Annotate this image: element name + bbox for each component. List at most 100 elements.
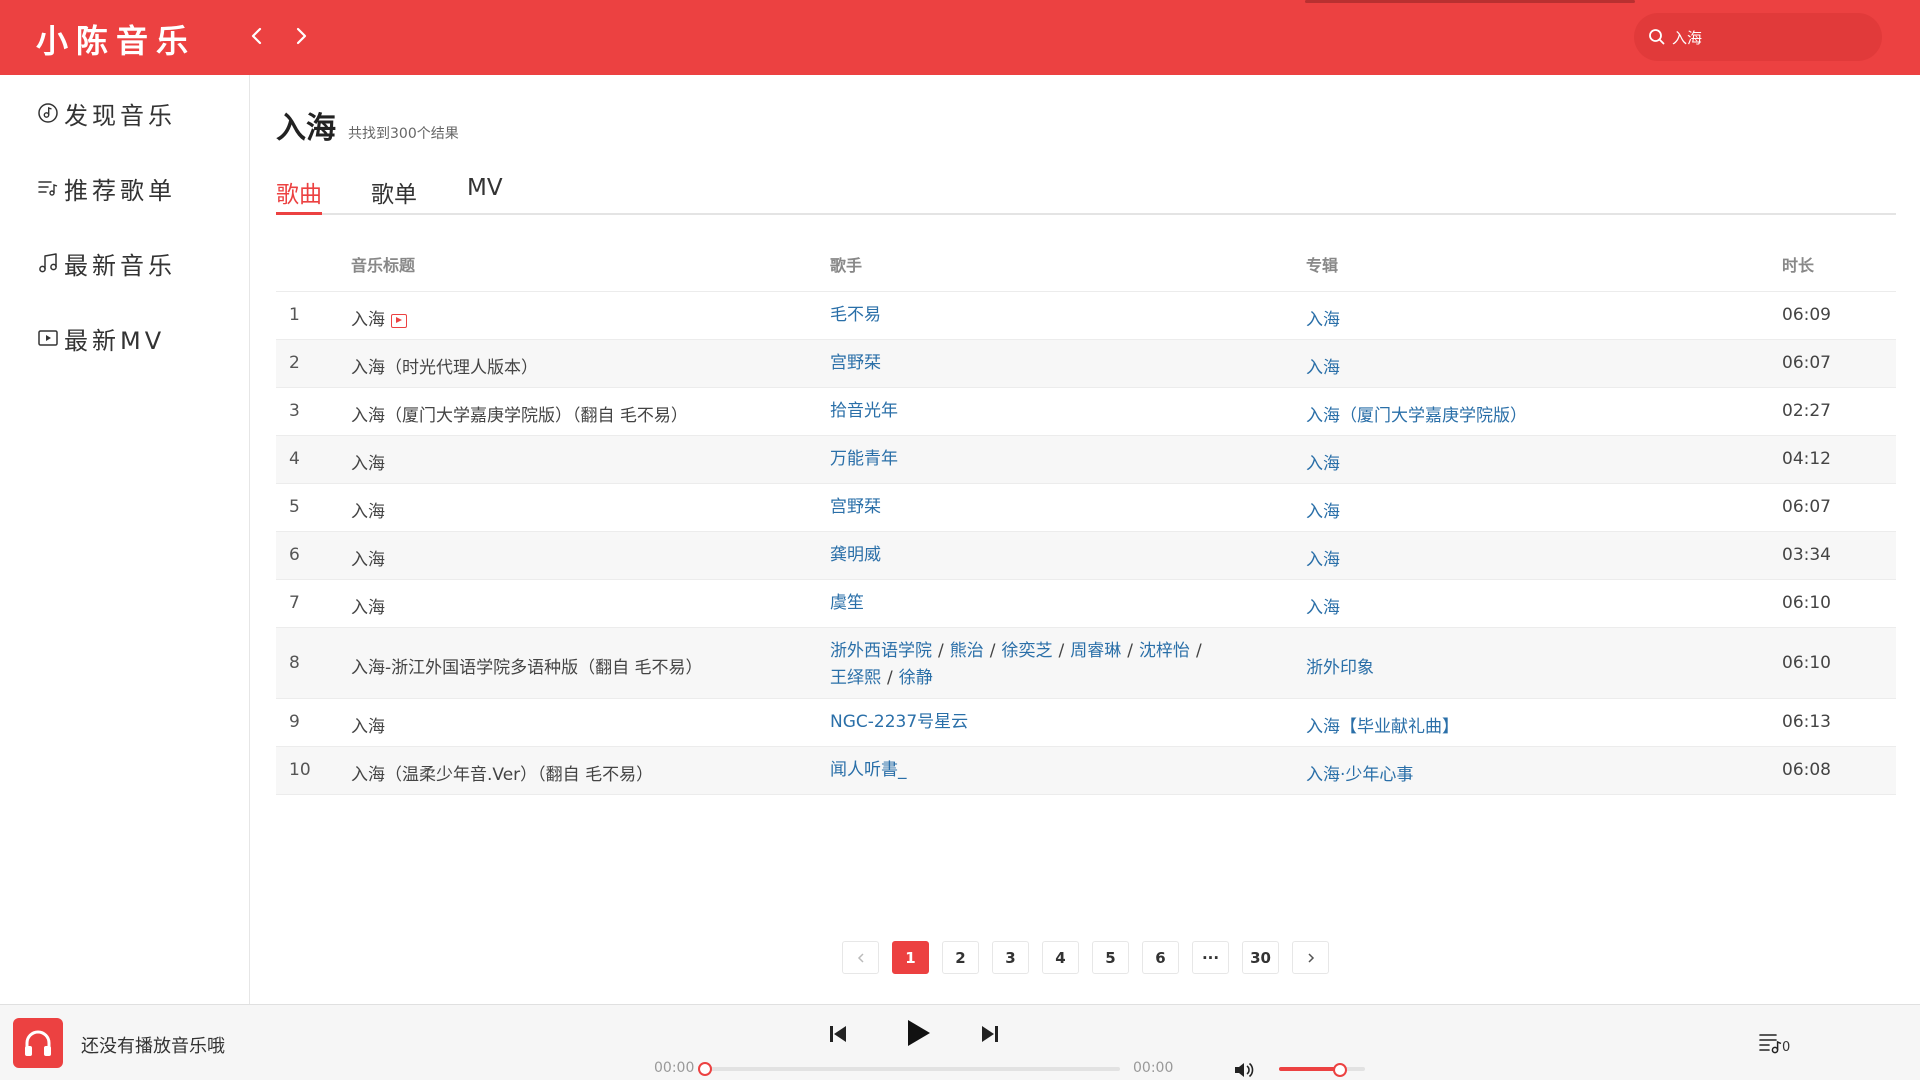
pagination: 1 2 3 4 5 6 ··· 30 bbox=[842, 941, 1342, 974]
artist-link[interactable]: 宫野栞 bbox=[830, 353, 881, 373]
search-input[interactable] bbox=[1672, 28, 1872, 46]
page-ellipsis[interactable]: ··· bbox=[1192, 941, 1229, 974]
album-link[interactable]: 入海（厦门大学嘉庚学院版） bbox=[1306, 401, 1527, 426]
page-button[interactable]: 4 bbox=[1042, 941, 1079, 974]
artist-link[interactable]: 王绎熙 bbox=[830, 668, 881, 688]
table-row[interactable]: 10 入海（温柔少年音.Ver）（翻自 毛不易） 闻人听書_ 入海·少年心事 06:08 bbox=[276, 747, 1896, 795]
song-title[interactable]: 入海 bbox=[351, 545, 385, 570]
sidebar-item-new-mv[interactable]: 最新MV bbox=[36, 318, 165, 358]
tab-mv[interactable]: MV bbox=[467, 175, 503, 215]
artist-link[interactable]: 熊治 bbox=[950, 641, 984, 661]
page-button[interactable]: 30 bbox=[1242, 941, 1279, 974]
column-title: 音乐标题 bbox=[351, 256, 416, 275]
album-cover[interactable] bbox=[13, 1018, 63, 1068]
table-row[interactable]: 8 入海-浙江外国语学院多语种版（翻自 毛不易） 浙外西语学院 / 熊治 / 徐奕芝 / 周睿琳… bbox=[276, 628, 1896, 699]
forward-button[interactable] bbox=[287, 22, 315, 50]
song-artists: 宫野栞 bbox=[830, 350, 1250, 377]
playlist-count: 0 bbox=[1782, 1040, 1791, 1055]
page-button[interactable]: 1 bbox=[892, 941, 929, 974]
album-link[interactable]: 入海 bbox=[1306, 449, 1340, 474]
artist-link[interactable]: 龚明威 bbox=[830, 545, 881, 565]
song-index: 10 bbox=[289, 760, 311, 780]
artist-link[interactable]: 宫野栞 bbox=[830, 497, 881, 517]
artist-separator: / bbox=[1127, 641, 1133, 661]
tab-songs[interactable]: 歌曲 bbox=[276, 175, 322, 215]
artist-link[interactable]: 徐奕芝 bbox=[1001, 641, 1052, 661]
search-box[interactable] bbox=[1634, 13, 1882, 61]
song-artists: 龚明威 bbox=[830, 542, 1250, 569]
album-link[interactable]: 浙外印象 bbox=[1306, 653, 1374, 678]
volume-slider[interactable] bbox=[1279, 1067, 1365, 1071]
table-row[interactable]: 3 入海（厦门大学嘉庚学院版）（翻自 毛不易） 拾音光年 入海（厦门大学嘉庚学院版） 0… bbox=[276, 388, 1896, 436]
prev-page-button[interactable] bbox=[842, 941, 879, 974]
sidebar-item-label: 发现音乐 bbox=[64, 101, 176, 130]
next-track-button[interactable] bbox=[978, 1022, 1002, 1050]
artist-link[interactable]: 沈梓怡 bbox=[1139, 641, 1190, 661]
table-row[interactable]: 7 入海 虞笙 入海 06:10 bbox=[276, 580, 1896, 628]
next-page-button[interactable] bbox=[1292, 941, 1329, 974]
sidebar-item-playlists[interactable]: 推荐歌单 bbox=[36, 168, 176, 208]
song-title[interactable]: 入海-浙江外国语学院多语种版（翻自 毛不易） bbox=[351, 653, 703, 678]
sidebar-item-new-music[interactable]: 最新音乐 bbox=[36, 243, 176, 283]
table-row[interactable]: 4 入海 万能青年 入海 04:12 bbox=[276, 436, 1896, 484]
artist-link[interactable]: 闻人听書_ bbox=[830, 760, 907, 780]
progress-handle[interactable] bbox=[698, 1062, 712, 1076]
artist-link[interactable]: 毛不易 bbox=[830, 305, 881, 325]
page-button[interactable]: 6 bbox=[1142, 941, 1179, 974]
artist-link[interactable]: 浙外西语学院 bbox=[830, 641, 932, 661]
app-brand[interactable]: 小陈音乐 bbox=[36, 16, 196, 62]
sidebar-item-discover[interactable]: 发现音乐 bbox=[36, 93, 176, 133]
artist-link[interactable]: 拾音光年 bbox=[830, 401, 898, 421]
song-title[interactable]: 入海（时光代理人版本） bbox=[351, 353, 538, 378]
song-title[interactable]: 入海 bbox=[351, 593, 385, 618]
tab-playlists[interactable]: 歌单 bbox=[371, 175, 417, 215]
artist-separator: / bbox=[1058, 641, 1065, 661]
column-album: 专辑 bbox=[1306, 256, 1339, 275]
song-title[interactable]: 入海 bbox=[351, 305, 407, 330]
volume-button[interactable] bbox=[1233, 1060, 1255, 1080]
song-index: 6 bbox=[289, 545, 300, 565]
table-row[interactable]: 2 入海（时光代理人版本） 宫野栞 入海 06:07 bbox=[276, 340, 1896, 388]
progress-bar[interactable] bbox=[704, 1067, 1120, 1071]
artist-link[interactable]: NGC-2237号星云 bbox=[830, 712, 968, 732]
table-row[interactable]: 1 入海 毛不易 入海 06:09 bbox=[276, 292, 1896, 340]
artist-link[interactable]: 万能青年 bbox=[830, 449, 898, 469]
album-link[interactable]: 入海【毕业献礼曲】 bbox=[1306, 712, 1459, 737]
page-button[interactable]: 5 bbox=[1092, 941, 1129, 974]
album-link[interactable]: 入海·少年心事 bbox=[1306, 760, 1413, 785]
album-link[interactable]: 入海 bbox=[1306, 305, 1340, 330]
table-row[interactable]: 9 入海 NGC-2237号星云 入海【毕业献礼曲】 06:13 bbox=[276, 699, 1896, 747]
previous-track-button[interactable] bbox=[826, 1022, 850, 1050]
table-row[interactable]: 5 入海 宫野栞 入海 06:07 bbox=[276, 484, 1896, 532]
artist-link[interactable]: 周睿琳 bbox=[1070, 641, 1121, 661]
album-link[interactable]: 入海 bbox=[1306, 545, 1340, 570]
song-title[interactable]: 入海 bbox=[351, 497, 385, 522]
table-row[interactable]: 6 入海 龚明威 入海 03:34 bbox=[276, 532, 1896, 580]
song-title[interactable]: 入海 bbox=[351, 712, 385, 737]
skip-previous-icon bbox=[830, 1026, 846, 1042]
play-button[interactable] bbox=[900, 1016, 934, 1054]
headphones-icon bbox=[25, 1030, 51, 1056]
chevron-left-icon bbox=[251, 27, 262, 45]
playlist-queue-button[interactable]: 0 bbox=[1758, 1031, 1790, 1055]
volume-handle[interactable] bbox=[1333, 1063, 1347, 1077]
album-link[interactable]: 入海 bbox=[1306, 497, 1340, 522]
page-button[interactable]: 3 bbox=[992, 941, 1029, 974]
song-title-text: 入海 bbox=[351, 598, 385, 618]
song-duration: 06:07 bbox=[1782, 497, 1831, 517]
song-artists: 闻人听書_ bbox=[830, 757, 1250, 784]
artist-link[interactable]: 虞笙 bbox=[830, 593, 864, 613]
search-icon bbox=[1649, 29, 1665, 45]
page-button[interactable]: 2 bbox=[942, 941, 979, 974]
column-duration: 时长 bbox=[1782, 256, 1815, 275]
song-title[interactable]: 入海（温柔少年音.Ver）（翻自 毛不易） bbox=[351, 760, 653, 785]
album-link[interactable]: 入海 bbox=[1306, 593, 1340, 618]
back-button[interactable] bbox=[243, 22, 271, 50]
album-link[interactable]: 入海 bbox=[1306, 353, 1340, 378]
top-bar: 小陈音乐 bbox=[0, 0, 1920, 75]
mv-badge-icon[interactable] bbox=[391, 314, 407, 328]
artist-link[interactable]: 徐静 bbox=[899, 668, 933, 688]
song-title[interactable]: 入海 bbox=[351, 449, 385, 474]
song-title[interactable]: 入海（厦门大学嘉庚学院版）（翻自 毛不易） bbox=[351, 401, 688, 426]
song-title-text: 入海 bbox=[351, 550, 385, 570]
